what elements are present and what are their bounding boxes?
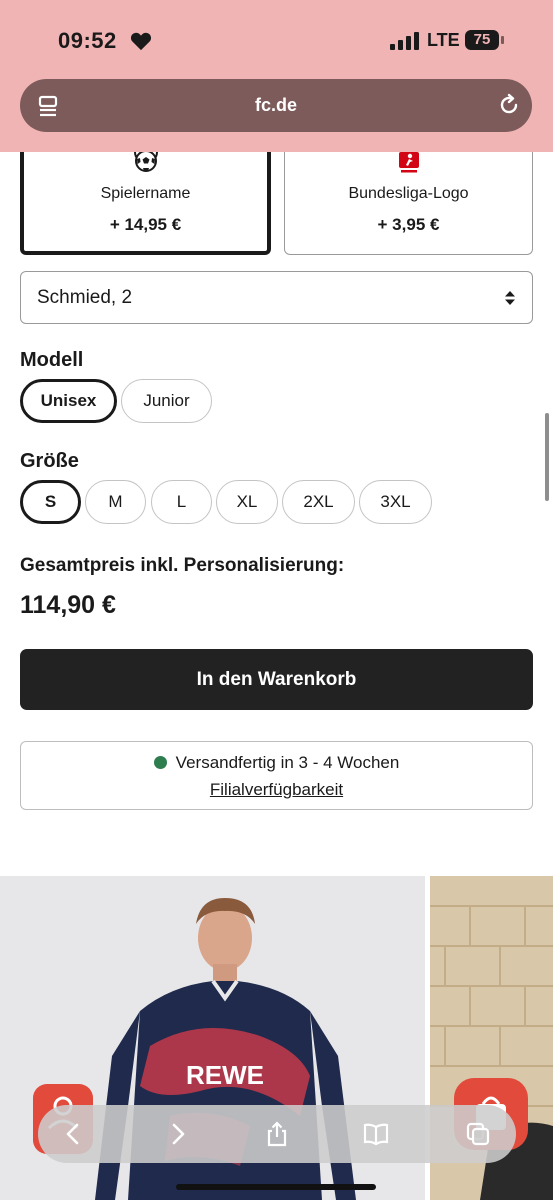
shipping-info: Versandfertig in 3 - 4 Wochen Filialverf… xyxy=(20,741,533,810)
url-text[interactable]: fc.de xyxy=(20,95,532,116)
total-price: 114,90 € xyxy=(20,591,116,619)
option-card-bundesliga-logo[interactable]: Bundesliga-Logo + 3,95 € xyxy=(284,152,533,255)
forward-icon[interactable] xyxy=(164,1121,190,1147)
model-option-unisex[interactable]: Unisex xyxy=(20,379,117,423)
scrollbar[interactable] xyxy=(545,413,549,501)
option-price: + 3,95 € xyxy=(377,215,440,234)
share-icon[interactable] xyxy=(264,1121,290,1147)
heart-icon xyxy=(130,32,152,51)
soccer-ball-icon xyxy=(133,152,158,172)
size-option-2xl[interactable]: 2XL xyxy=(282,480,355,524)
browser-toolbar xyxy=(38,1105,516,1163)
total-price-label: Gesamtpreis inkl. Personalisierung: xyxy=(20,555,345,576)
bookmarks-icon[interactable] xyxy=(363,1121,389,1147)
player-select[interactable]: Schmied, 2 xyxy=(20,271,533,324)
option-label: Spielername xyxy=(100,185,191,202)
store-availability-link[interactable]: Filialverfügbarkeit xyxy=(21,780,532,800)
shipping-status-row: Versandfertig in 3 - 4 Wochen xyxy=(21,753,532,773)
address-bar[interactable]: fc.de xyxy=(20,79,532,132)
network-label: LTE xyxy=(427,30,460,50)
size-option-l[interactable]: L xyxy=(151,480,212,524)
size-label: Größe xyxy=(20,450,79,472)
option-label: Bundesliga-Logo xyxy=(348,185,469,202)
model-label: Modell xyxy=(20,349,84,371)
home-indicator xyxy=(176,1184,376,1190)
model-option-junior[interactable]: Junior xyxy=(121,379,212,423)
option-price: + 14,95 € xyxy=(109,215,182,234)
browser-top-bar: 09:52 LTE 75 fc.de xyxy=(0,0,553,152)
option-card-player-name[interactable]: Spielername + 14,95 € xyxy=(20,152,271,255)
size-option-s[interactable]: S xyxy=(20,480,81,524)
status-time: 09:52 xyxy=(58,28,117,53)
battery-level: 75 xyxy=(465,30,499,50)
signal-icon xyxy=(390,32,419,50)
size-option-m[interactable]: M xyxy=(85,480,146,524)
print-options: Spielername + 14,95 € Bundesliga-Logo + … xyxy=(20,152,533,258)
size-option-3xl[interactable]: 3XL xyxy=(359,480,432,524)
select-arrows-icon xyxy=(505,291,515,305)
jersey-sponsor-graphic: REWE xyxy=(186,1060,264,1090)
bundesliga-logo-icon xyxy=(398,152,419,173)
add-to-cart-button[interactable]: In den Warenkorb xyxy=(20,649,533,710)
size-option-xl[interactable]: XL xyxy=(216,480,278,524)
tabs-icon[interactable] xyxy=(465,1121,491,1147)
battery-icon: 75 xyxy=(465,30,505,50)
reload-icon[interactable] xyxy=(497,93,521,117)
back-icon[interactable] xyxy=(61,1121,87,1147)
battery-cap xyxy=(501,36,504,44)
availability-dot-icon xyxy=(153,756,167,769)
shipping-status: Versandfertig in 3 - 4 Wochen xyxy=(175,753,400,772)
player-select-value: Schmied, 2 xyxy=(37,287,133,308)
